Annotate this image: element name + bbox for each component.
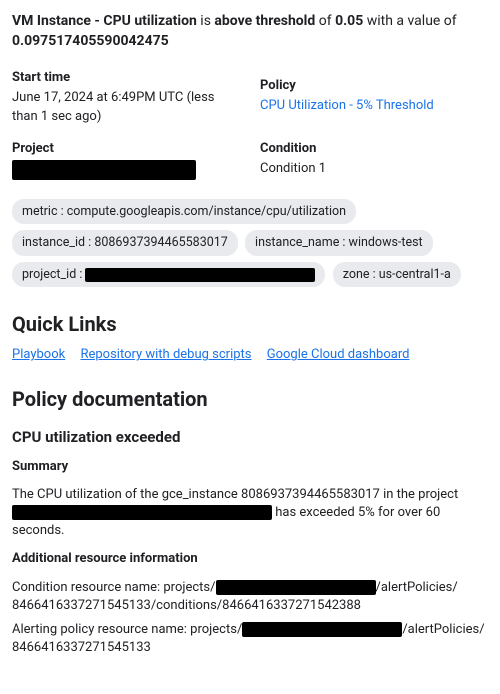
summary-heading: Summary	[12, 458, 488, 476]
summary-project-redacted	[12, 505, 272, 520]
policy-resource-line: Alerting policy resource name: projects/…	[12, 621, 488, 657]
alert-headline: VM Instance - CPU utilization is above t…	[12, 12, 488, 51]
headline-metric: VM Instance - CPU utilization	[12, 13, 197, 29]
cond-project-redacted	[216, 580, 376, 595]
policy-link[interactable]: CPU Utilization - 5% Threshold	[260, 98, 434, 113]
chip-project-redacted	[85, 268, 315, 282]
policy-label: Policy	[260, 77, 488, 95]
project-cell: Project	[12, 140, 240, 180]
chip-instance-name: instance_name : windows-test	[245, 230, 433, 256]
condition-value: Condition 1	[260, 160, 488, 178]
chip-project-id: project_id :	[12, 262, 325, 288]
chip-metric: metric : compute.googleapis.com/instance…	[12, 199, 356, 225]
pol-project-redacted	[242, 622, 402, 637]
label-chips: metric : compute.googleapis.com/instance…	[12, 196, 488, 291]
condition-resource-line: Condition resource name: projects//alert…	[12, 579, 488, 615]
addl-info-heading: Additional resource information	[12, 550, 488, 568]
repo-link[interactable]: Repository with debug scripts	[80, 347, 251, 362]
quick-links: Playbook Repository with debug scripts G…	[12, 346, 488, 364]
policy-cell: Policy CPU Utilization - 5% Threshold	[260, 69, 488, 126]
chip-zone: zone : us-central1-a	[333, 262, 461, 288]
condition-label: Condition	[260, 140, 488, 158]
start-time-label: Start time	[12, 69, 240, 87]
summary-text: The CPU utilization of the gce_instance …	[12, 486, 488, 541]
policy-doc-subheading: CPU utilization exceeded	[12, 427, 488, 448]
project-redacted	[12, 160, 196, 180]
chip-instance-id: instance_id : 8086937394465583017	[12, 230, 238, 256]
project-label: Project	[12, 140, 240, 158]
playbook-link[interactable]: Playbook	[12, 347, 65, 362]
quick-links-heading: Quick Links	[12, 310, 488, 338]
start-time-cell: Start time June 17, 2024 at 6:49PM UTC (…	[12, 69, 240, 126]
info-grid: Start time June 17, 2024 at 6:49PM UTC (…	[12, 69, 488, 180]
start-time-value: June 17, 2024 at 6:49PM UTC (less than 1…	[12, 89, 240, 125]
dashboard-link[interactable]: Google Cloud dashboard	[267, 347, 410, 362]
policy-doc-heading: Policy documentation	[12, 385, 488, 413]
condition-cell: Condition Condition 1	[260, 140, 488, 180]
